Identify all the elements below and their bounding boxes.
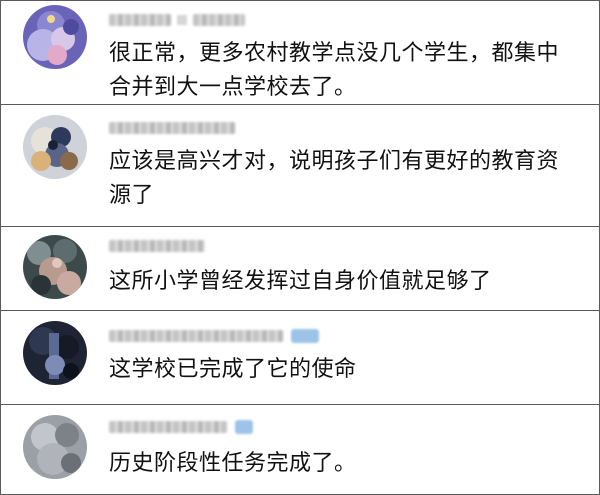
comment-text: 这学校已完成了它的使命: [109, 357, 357, 382]
username[interactable]: [109, 12, 245, 28]
username-blurred: [109, 240, 205, 252]
avatar[interactable]: [23, 235, 87, 299]
username-blurred: [109, 14, 171, 26]
comment-item: 这所小学曾经发挥过自身价值就足够了: [1, 227, 599, 311]
username-blurred: [109, 122, 235, 134]
avatar-image: [23, 321, 87, 385]
avatar[interactable]: [23, 415, 87, 479]
vip-badge-icon: [235, 420, 253, 434]
username[interactable]: [109, 419, 253, 435]
username-blurred: [109, 421, 227, 433]
avatar[interactable]: [23, 5, 87, 69]
comment-item: 这学校已完成了它的使命: [1, 311, 599, 405]
avatar[interactable]: [23, 115, 87, 179]
comment-item: 应该是高兴才对，说明孩子们有更好的教育资源了: [1, 105, 599, 227]
comment-item: 很正常，更多农村教学点没几个学生，都集中合并到大一点学校去了。: [1, 1, 599, 105]
comment-text: 历史阶段性任务完成了。: [109, 451, 357, 476]
comment-text: 很正常，更多农村教学点没几个学生，都集中合并到大一点学校去了。: [109, 41, 560, 100]
vip-badge-icon: [291, 329, 319, 343]
comment-text: 应该是高兴才对，说明孩子们有更好的教育资源了: [109, 149, 560, 208]
username-blurred: [109, 330, 283, 342]
avatar-image: [23, 415, 87, 479]
avatar[interactable]: [23, 321, 87, 385]
comment-text: 这所小学曾经发挥过自身价值就足够了: [109, 269, 492, 294]
username-blurred: [193, 14, 245, 26]
separator: [177, 15, 187, 25]
avatar-image: [23, 115, 87, 179]
comment-list: 很正常，更多农村教学点没几个学生，都集中合并到大一点学校去了。 应该是高兴才对，…: [0, 0, 600, 495]
comment-item: 历史阶段性任务完成了。: [1, 405, 599, 494]
username[interactable]: [109, 328, 319, 344]
username[interactable]: [109, 238, 205, 254]
username[interactable]: [109, 120, 235, 136]
avatar-image: [23, 235, 87, 299]
avatar-image: [23, 5, 87, 69]
